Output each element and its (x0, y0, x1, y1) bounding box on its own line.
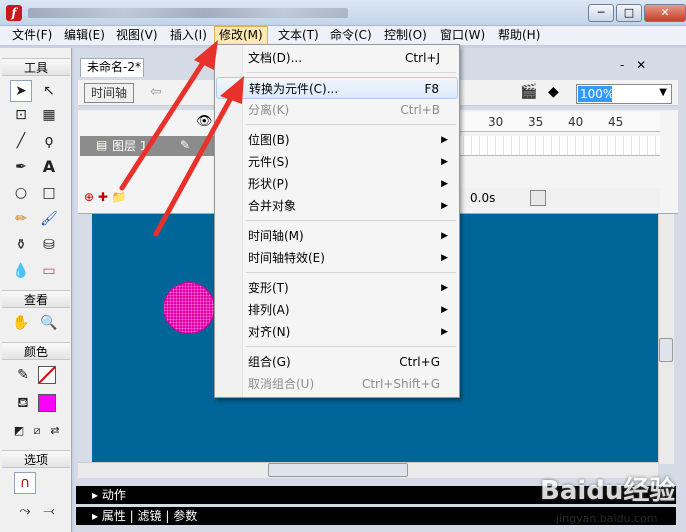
arrow-head (220, 76, 244, 104)
watermark-url: jingyan.baidu.com (556, 512, 658, 525)
annotation-arrows (119, 40, 244, 237)
baidu-watermark: Baidu经验 (540, 476, 676, 506)
arrow-head (194, 40, 218, 70)
